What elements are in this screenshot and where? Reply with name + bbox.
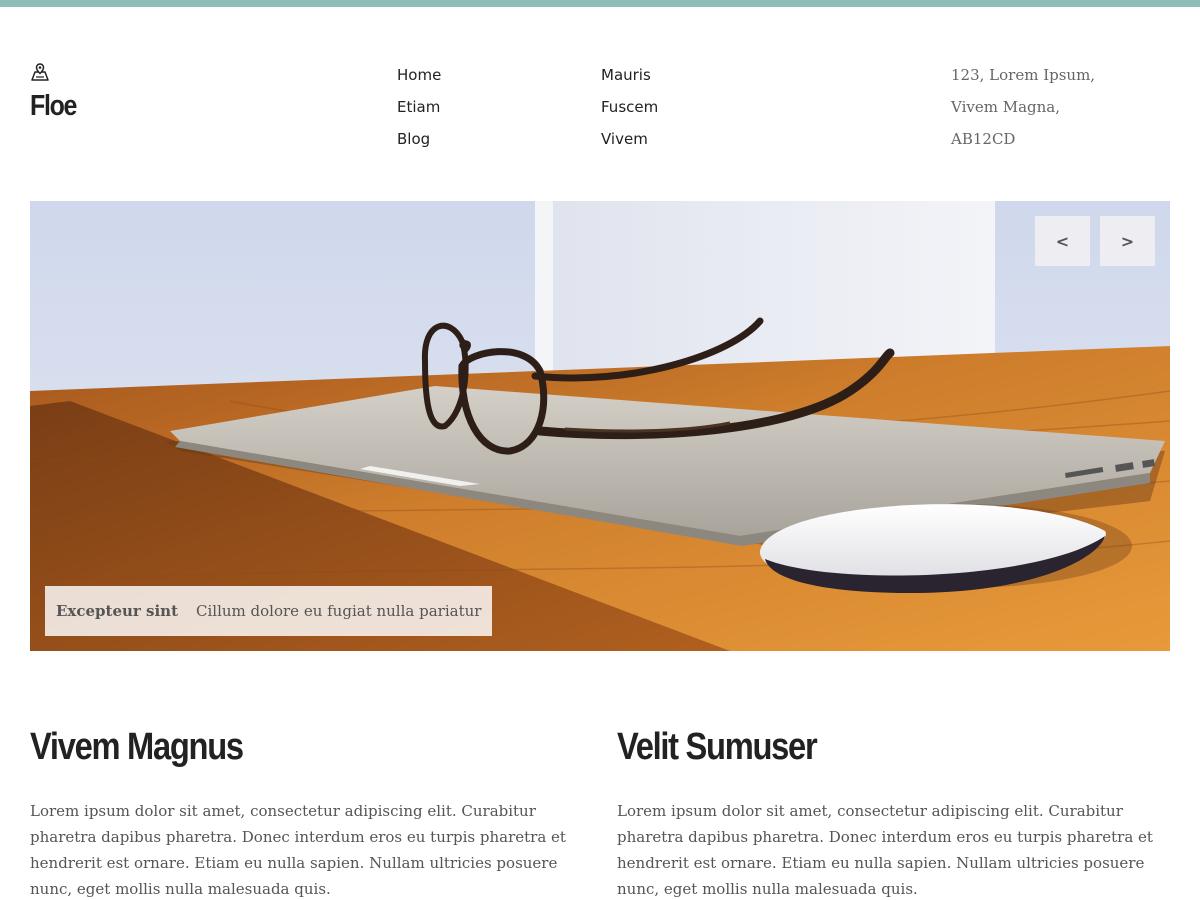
hero-slider: < > Excepteur sint Cillum dolore eu fugi…: [30, 201, 1170, 651]
site-title: Floe: [30, 90, 77, 122]
nav-column-1: Home Etiam Blog: [397, 63, 441, 159]
map-icon: [31, 63, 49, 81]
column-heading: Velit Sumuser: [617, 726, 818, 768]
address-line-2: Vivem Magna,: [951, 98, 1060, 116]
nav-link-home[interactable]: Home: [397, 63, 441, 95]
address-line-3: AB12CD: [951, 130, 1016, 148]
slide-caption-text: Cillum dolore eu fugiat nulla pariatur: [196, 602, 482, 620]
content-column-left: Vivem Magnus Lorem ipsum dolor sit amet,…: [30, 722, 570, 900]
column-heading: Vivem Magnus: [30, 726, 244, 768]
slide-caption: Excepteur sint Cillum dolore eu fugiat n…: [45, 586, 493, 636]
nav-link-blog[interactable]: Blog: [397, 127, 441, 159]
nav-column-2: Mauris Fuscem Vivem: [601, 63, 658, 159]
nav-link-mauris[interactable]: Mauris: [601, 63, 658, 95]
slider-prev-button[interactable]: <: [1035, 216, 1090, 266]
hero-image: [30, 201, 1170, 651]
slide-caption-title: Excepteur sint: [56, 602, 179, 620]
column-body: Lorem ipsum dolor sit amet, consectetur …: [617, 802, 1153, 898]
address-line-1: 123, Lorem Ipsum,: [951, 66, 1096, 84]
site-logo[interactable]: Floe: [30, 62, 77, 122]
column-body: Lorem ipsum dolor sit amet, consectetur …: [30, 802, 566, 898]
top-accent-bar: [0, 0, 1200, 7]
address-block: 123, Lorem Ipsum, Vivem Magna, AB12CD: [951, 63, 1095, 159]
nav-link-etiam[interactable]: Etiam: [397, 95, 441, 127]
content-column-right: Velit Sumuser Lorem ipsum dolor sit amet…: [617, 722, 1157, 900]
nav-link-vivem[interactable]: Vivem: [601, 127, 658, 159]
slider-next-button[interactable]: >: [1100, 216, 1155, 266]
nav-link-fuscem[interactable]: Fuscem: [601, 95, 658, 127]
